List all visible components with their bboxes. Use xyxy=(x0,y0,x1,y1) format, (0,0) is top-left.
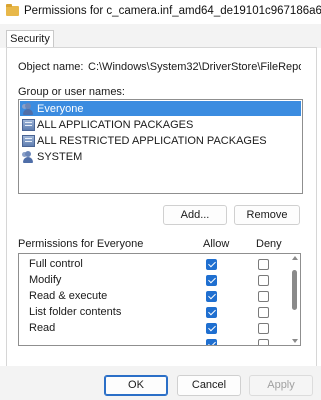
permission-row-read-execute: Read & execute xyxy=(19,288,289,304)
dialog-footer: OK Cancel Apply xyxy=(0,366,321,400)
cancel-button[interactable]: Cancel xyxy=(177,375,241,396)
users-icon xyxy=(22,102,35,115)
permission-row-list-folder-contents: List folder contents xyxy=(19,304,289,320)
permission-row-partial xyxy=(19,336,289,345)
list-item-everyone[interactable]: Everyone xyxy=(20,101,301,116)
permissions-scrollbar[interactable] xyxy=(291,256,298,343)
allow-checkbox-read[interactable] xyxy=(206,323,217,334)
deny-header: Deny xyxy=(256,238,282,250)
package-icon xyxy=(22,134,35,147)
permissions-header: Permissions for Everyone xyxy=(18,238,144,250)
deny-checkbox-partial[interactable] xyxy=(258,339,269,345)
list-item-all-application-packages[interactable]: ALL APPLICATION PACKAGES xyxy=(20,117,301,132)
ok-button[interactable]: OK xyxy=(104,375,168,396)
scroll-up-arrow-icon[interactable] xyxy=(292,256,298,260)
scroll-down-arrow-icon[interactable] xyxy=(292,339,298,343)
allow-checkbox-full-control[interactable] xyxy=(206,259,217,270)
allow-checkbox-read-execute[interactable] xyxy=(206,291,217,302)
users-icon xyxy=(22,150,35,163)
allow-checkbox-partial[interactable] xyxy=(206,339,217,345)
permission-name: Read & execute xyxy=(29,290,108,302)
object-name-label: Object name: xyxy=(18,61,84,73)
permission-name: Full control xyxy=(29,258,83,270)
window-title: Permissions for c_camera.inf_amd64_de191… xyxy=(24,5,321,17)
permission-row-modify: Modify xyxy=(19,272,289,288)
list-item-label: ALL APPLICATION PACKAGES xyxy=(37,118,194,131)
permission-name: Modify xyxy=(29,274,62,286)
permission-name: List folder contents xyxy=(29,306,122,318)
remove-button[interactable]: Remove xyxy=(234,205,300,225)
scroll-thumb[interactable] xyxy=(292,270,297,310)
deny-checkbox-read-execute[interactable] xyxy=(258,291,269,302)
list-item-label: Everyone xyxy=(37,102,84,115)
permissions-list: Full control Modify Read & execute List … xyxy=(18,253,301,346)
deny-checkbox-full-control[interactable] xyxy=(258,259,269,270)
title-bar: Permissions for c_camera.inf_amd64_de191… xyxy=(0,0,321,24)
deny-checkbox-modify[interactable] xyxy=(258,275,269,286)
tab-bar: Security xyxy=(0,24,321,49)
permission-row-read: Read xyxy=(19,320,289,336)
allow-checkbox-list-folder-contents[interactable] xyxy=(206,307,217,318)
deny-checkbox-read[interactable] xyxy=(258,323,269,334)
add-button[interactable]: Add... xyxy=(163,205,227,225)
list-item-label: SYSTEM xyxy=(37,150,83,163)
group-names-list[interactable]: Everyone ALL APPLICATION PACKAGES ALL RE… xyxy=(18,99,303,194)
list-item-label: ALL RESTRICTED APPLICATION PACKAGES xyxy=(37,134,267,147)
permission-row-full-control: Full control xyxy=(19,256,289,272)
group-names-label: Group or user names: xyxy=(18,86,125,98)
list-item-system[interactable]: SYSTEM xyxy=(20,149,301,164)
permission-name: Read xyxy=(29,322,56,334)
package-icon xyxy=(22,118,35,131)
object-name-value: C:\Windows\System32\DriverStore\FileRepo… xyxy=(88,61,301,73)
folder-icon xyxy=(6,4,19,16)
allow-checkbox-modify[interactable] xyxy=(206,275,217,286)
allow-header: Allow xyxy=(203,238,230,250)
deny-checkbox-list-folder-contents[interactable] xyxy=(258,307,269,318)
list-item-all-restricted-application-packages[interactable]: ALL RESTRICTED APPLICATION PACKAGES xyxy=(20,133,301,148)
apply-button[interactable]: Apply xyxy=(249,375,313,396)
